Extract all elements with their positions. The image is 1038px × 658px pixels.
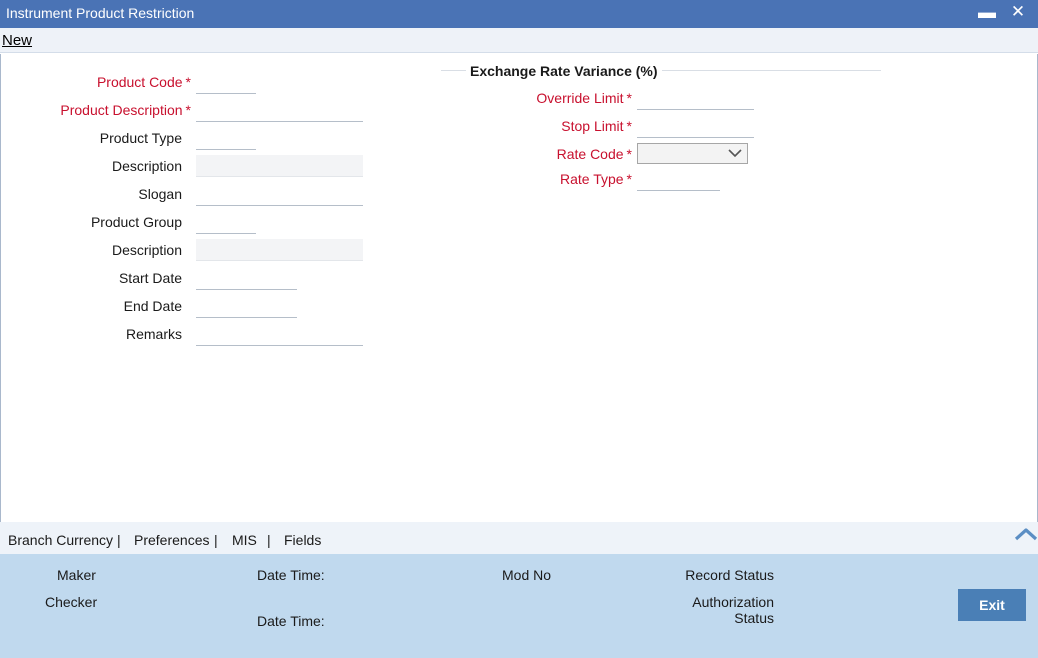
product-code-input[interactable] — [196, 72, 256, 94]
tab-branch-currency[interactable]: Branch Currency — [8, 532, 113, 548]
tab-preferences[interactable]: Preferences — [134, 532, 209, 548]
subsystem-tabs: Branch Currency | Preferences | MIS | Fi… — [0, 522, 1038, 554]
exit-button[interactable]: Exit — [958, 589, 1026, 621]
minimize-icon[interactable]: ▬ — [976, 1, 998, 25]
chevron-down-icon — [728, 149, 742, 158]
rate-code-select[interactable] — [637, 143, 748, 164]
authorization-status-label: Status — [734, 610, 774, 626]
product-type-description-label: Description — [111, 158, 182, 174]
product-type-input[interactable] — [196, 128, 256, 150]
rate-type-label: Rate Type * — [559, 171, 632, 187]
product-type-label: Product Type — [99, 130, 182, 146]
tab-separator: | — [117, 532, 121, 548]
tab-separator: | — [214, 532, 218, 548]
product-group-label: Product Group — [90, 214, 182, 230]
tab-separator: | — [267, 532, 271, 548]
exchange-rate-variance-title: Exchange Rate Variance (%) — [466, 63, 662, 79]
slogan-label: Slogan — [138, 186, 182, 202]
product-group-input[interactable] — [196, 212, 256, 234]
main-form: Product Code * Product Description * Produ… — [0, 54, 1038, 522]
tab-fields[interactable]: Fields — [284, 532, 321, 548]
override-limit-input[interactable] — [637, 88, 754, 110]
product-type-description-field — [196, 155, 363, 177]
chevron-up-icon[interactable] — [1014, 526, 1038, 542]
maker-label: Maker — [57, 567, 96, 583]
remarks-label: Remarks — [125, 326, 182, 342]
rate-code-label: Rate Code * — [556, 146, 632, 162]
authorization-label: Authorization — [692, 594, 774, 610]
override-limit-label: Override Limit * — [536, 90, 632, 106]
rate-type-input[interactable] — [637, 169, 720, 191]
stop-limit-input[interactable] — [637, 116, 754, 138]
toolbar: New — [0, 28, 1038, 53]
window-titlebar: Instrument Product Restriction ▬ ✕ — [0, 0, 1038, 28]
tab-mis[interactable]: MIS — [232, 532, 257, 548]
close-icon[interactable]: ✕ — [1007, 1, 1029, 25]
product-description-label: Product Description * — [60, 102, 191, 118]
audit-footer: Maker Checker Date Time: Date Time: Mod … — [0, 554, 1038, 658]
product-group-description-field — [196, 239, 363, 261]
product-description-input[interactable] — [196, 100, 363, 122]
checker-label: Checker — [45, 594, 98, 610]
start-date-input[interactable] — [196, 268, 297, 290]
end-date-label: End Date — [123, 298, 182, 314]
checker-date-time-label: Date Time: — [257, 613, 325, 629]
maker-date-time-label: Date Time: — [257, 567, 325, 583]
window-title: Instrument Product Restriction — [6, 5, 195, 21]
start-date-label: Start Date — [118, 270, 182, 286]
slogan-input[interactable] — [196, 184, 363, 206]
mod-no-label: Mod No — [502, 567, 552, 583]
record-status-label: Record Status — [685, 567, 774, 583]
end-date-input[interactable] — [196, 296, 297, 318]
new-link[interactable]: New — [2, 32, 32, 49]
remarks-input[interactable] — [196, 324, 363, 346]
product-group-description-label: Description — [111, 242, 182, 258]
product-code-label: Product Code * — [96, 74, 191, 90]
stop-limit-label: Stop Limit * — [561, 118, 632, 134]
